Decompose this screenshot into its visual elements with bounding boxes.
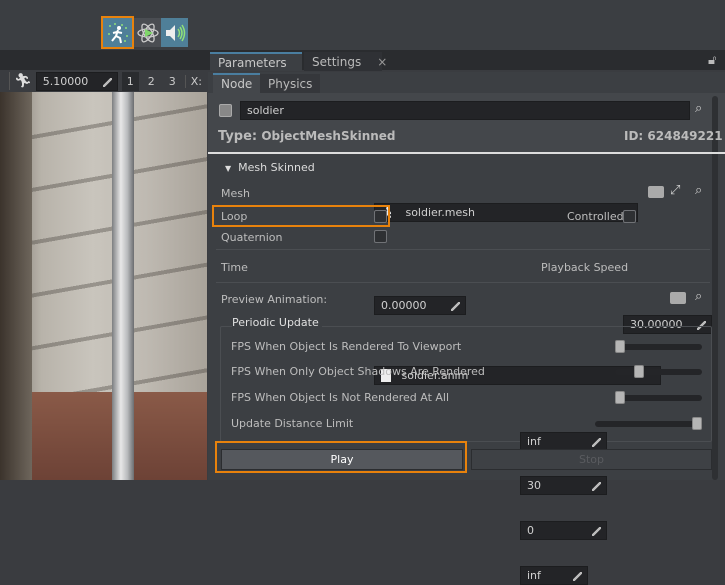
fps-row-label: FPS When Object Is Not Rendered At All [231,391,450,404]
view-1-button[interactable]: 1 [121,71,139,91]
fps-row-input[interactable]: 30 [520,476,607,495]
type-row: Type: ObjectMeshSkinned [218,129,396,144]
type-value: ObjectMeshSkinned [261,129,396,143]
tab-label: Settings [312,54,362,69]
speed-icon: 🏃︎ [14,73,32,89]
type-label: Type: [218,129,258,144]
fps-row-label: Update Distance Limit [231,417,354,430]
preview-animation-label: Preview Animation: [221,293,328,306]
id-row: ID: 624849221 [624,129,723,143]
fps-row-slider[interactable] [595,417,702,430]
fps-row-input[interactable]: inf [520,566,588,585]
mesh-skinned-header[interactable]: ▼ Mesh Skinned [225,161,315,174]
stop-button[interactable]: Stop [471,449,712,470]
collapse-arrow-icon: ▼ [225,164,232,173]
fps-row-slider[interactable] [615,340,702,353]
tab-parameters[interactable]: Parameters× [210,52,313,71]
node-enabled-checkbox[interactable] [219,104,232,117]
physics-play-icon[interactable] [134,18,161,47]
section-title: Mesh Skinned [238,161,315,174]
periodic-update-title: Periodic Update [232,316,322,329]
slider-handle[interactable] [615,391,625,404]
mesh-value: soldier.mesh [405,206,475,219]
fps-row-label: FPS When Object Is Rendered To Viewport [231,340,462,353]
quaternion-checkbox[interactable] [374,230,387,243]
mesh-label: Mesh [221,187,250,200]
fps-row-label: FPS When Only Object Shadows Are Rendere… [231,365,485,378]
slider-handle[interactable] [634,365,645,378]
divider [216,249,710,250]
controlled-checkbox[interactable] [623,210,636,223]
fps-row-value: 30 [527,479,541,492]
folder-icon[interactable] [670,292,686,304]
tab-label: Parameters [218,55,287,70]
tab-label: Node [221,77,253,91]
time-label: Time [221,261,248,274]
fps-row-input[interactable]: 0 [520,521,607,540]
axis-label: X: [184,74,207,88]
expand-icon[interactable]: ⤢ [670,183,680,198]
slider-handle[interactable] [615,340,625,353]
camera-speed-input[interactable]: 5.10000 [35,71,118,91]
id-label: ID: [624,129,644,143]
time-value: 0.00000 [381,299,427,312]
viewport-toolbar: 🏃︎ 5.10000 1 2 3 X: [0,70,207,92]
tab-node[interactable]: Node [213,73,261,93]
id-value: 624849221 [647,129,723,143]
tab-physics[interactable]: Physics [260,74,321,93]
search-icon[interactable]: ⌕ [695,101,702,116]
play-button[interactable]: Play [221,449,463,470]
lock-icon[interactable]: 🔓︎ [708,53,716,68]
controlled-label: Controlled [567,210,624,223]
fps-row-slider[interactable] [615,391,702,404]
folder-icon[interactable] [648,186,664,198]
fps-row-value: inf [527,435,541,448]
loop-label: Loop [221,210,248,223]
loop-checkbox[interactable] [374,210,387,223]
view-2-button[interactable]: 2 [143,75,160,88]
slider-handle[interactable] [692,417,702,430]
particles-icon[interactable] [101,16,134,49]
divider [208,152,725,154]
time-input[interactable]: 0.00000 [374,296,466,315]
fps-row-slider[interactable] [615,365,702,378]
playback-speed-label: Playback Speed [541,261,629,274]
tab-settings[interactable]: Settings × [304,52,387,71]
scene-viewport[interactable] [0,92,207,480]
fps-row-value: inf [527,569,541,582]
search-icon[interactable]: ⌕ [695,289,702,304]
search-icon[interactable]: ⌕ [695,183,702,198]
view-3-button[interactable]: 3 [164,75,181,88]
tab-label: Physics [268,76,313,91]
sound-icon[interactable] [161,18,188,47]
node-name-input[interactable]: soldier [240,101,690,120]
node-name-value: soldier [247,104,284,117]
divider [216,282,710,283]
close-icon[interactable]: × [377,55,387,69]
camera-speed-value: 5.10000 [42,74,89,88]
fps-row-value: 0 [527,524,534,537]
quaternion-label: Quaternion [221,231,283,244]
